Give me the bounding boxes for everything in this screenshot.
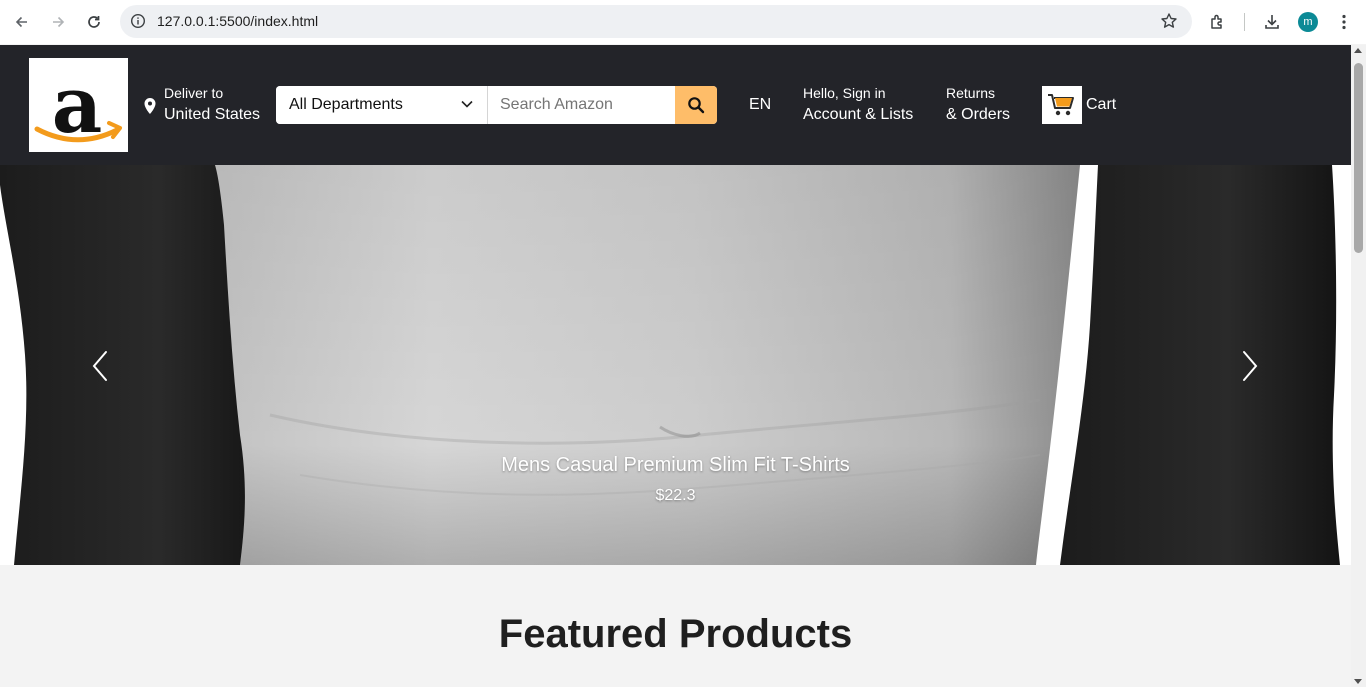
carousel-prev-button[interactable] [88,348,112,384]
address-bar[interactable]: 127.0.0.1:5500/index.html [120,5,1192,38]
deliver-location: United States [164,106,261,123]
scroll-up-icon[interactable] [1354,48,1362,53]
deliver-label: Deliver to [164,85,224,101]
cart-label: Cart [1086,96,1117,113]
bookmark-star-icon[interactable] [1160,12,1178,30]
carousel-product-name[interactable]: Mens Casual Premium Slim Fit T-Shirts [0,454,1351,477]
profile-initial: m [1298,12,1318,32]
returns-orders-link[interactable]: Returns & Orders [946,85,1010,124]
department-value: All Departments [289,96,403,113]
reload-icon[interactable] [80,8,108,36]
toolbar-divider [1244,13,1245,31]
product-carousel: Mens Casual Premium Slim Fit T-Shirts $2… [0,165,1351,565]
account-greeting: Hello, Sign in [803,85,886,101]
site-header: a Deliver to United States All Departmen… [0,45,1351,165]
browser-toolbar: 127.0.0.1:5500/index.html m [0,0,1366,44]
location-pin-icon [144,98,156,114]
search-button[interactable] [675,86,717,124]
extensions-icon[interactable] [1204,8,1232,36]
page-scrollbar[interactable] [1351,45,1366,687]
featured-products-heading: Featured Products [498,612,853,656]
scroll-down-icon[interactable] [1354,679,1362,684]
search-input[interactable] [489,86,675,124]
forward-icon[interactable] [44,8,72,36]
amazon-logo[interactable]: a [29,58,128,152]
language-selector[interactable]: EN [749,96,771,114]
carousel-next-button[interactable] [1238,348,1262,384]
back-icon[interactable] [8,8,36,36]
menu-kebab-icon[interactable] [1330,8,1358,36]
cart-icon [1042,86,1082,124]
carousel-product-image [0,165,1351,565]
department-select[interactable]: All Departments [276,86,488,124]
search-bar: All Departments [276,86,717,124]
account-menu[interactable]: Hello, Sign in Account & Lists [803,85,913,124]
chevron-right-icon [1243,351,1258,381]
url-text[interactable]: 127.0.0.1:5500/index.html [157,13,318,29]
chevron-down-icon [461,100,473,108]
account-lists-label: Account & Lists [803,106,914,123]
search-icon [688,97,705,114]
scrollbar-thumb[interactable] [1354,63,1363,253]
downloads-icon[interactable] [1258,8,1286,36]
carousel-caption: Mens Casual Premium Slim Fit T-Shirts $2… [0,454,1351,505]
profile-avatar[interactable]: m [1294,8,1322,36]
returns-label: Returns [946,85,996,101]
site-info-icon[interactable] [129,12,147,30]
page-viewport: a Deliver to United States All Departmen… [0,45,1351,687]
orders-label: & Orders [946,106,1011,123]
chevron-left-icon [92,351,107,381]
carousel-product-price: $22.3 [655,487,696,504]
